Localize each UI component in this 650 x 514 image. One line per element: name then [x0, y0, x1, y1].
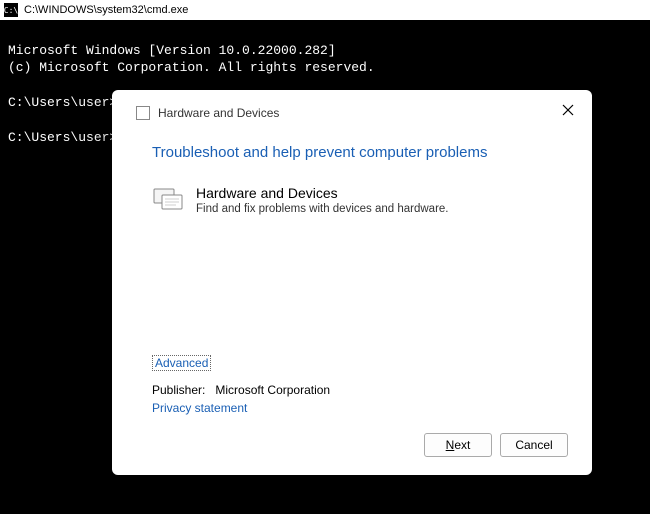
publisher-row: Publisher: Microsoft Corporation — [152, 383, 568, 397]
dialog-header-label: Hardware and Devices — [158, 106, 279, 120]
privacy-link[interactable]: Privacy statement — [152, 401, 568, 415]
next-button[interactable]: Next — [424, 433, 492, 457]
device-icon — [152, 185, 184, 213]
cmd-icon: C:\ — [4, 3, 18, 17]
close-icon — [562, 104, 574, 116]
dialog-footer: Next Cancel — [136, 433, 568, 457]
hardware-icon — [136, 106, 150, 120]
terminal-prompt: C:\Users\user> — [8, 130, 117, 145]
dialog-title: Troubleshoot and help prevent computer p… — [152, 144, 568, 161]
section-description: Find and fix problems with devices and h… — [196, 203, 449, 215]
publisher-value: Microsoft Corporation — [215, 383, 330, 397]
terminal-line: (c) Microsoft Corporation. All rights re… — [8, 60, 375, 75]
cmd-title-path: C:\WINDOWS\system32\cmd.exe — [24, 4, 188, 16]
terminal-line: Microsoft Windows [Version 10.0.22000.28… — [8, 43, 336, 58]
cmd-titlebar: C:\ C:\WINDOWS\system32\cmd.exe — [0, 0, 650, 20]
cancel-button[interactable]: Cancel — [500, 433, 568, 457]
troubleshooter-dialog: Hardware and Devices Troubleshoot and he… — [112, 90, 592, 475]
section-heading: Hardware and Devices — [196, 185, 449, 201]
close-button[interactable] — [558, 100, 578, 120]
dialog-header: Hardware and Devices — [136, 106, 568, 120]
advanced-link[interactable]: Advanced — [152, 355, 211, 371]
publisher-label: Publisher: — [152, 383, 205, 397]
dialog-body: Hardware and Devices Find and fix proble… — [152, 185, 568, 215]
